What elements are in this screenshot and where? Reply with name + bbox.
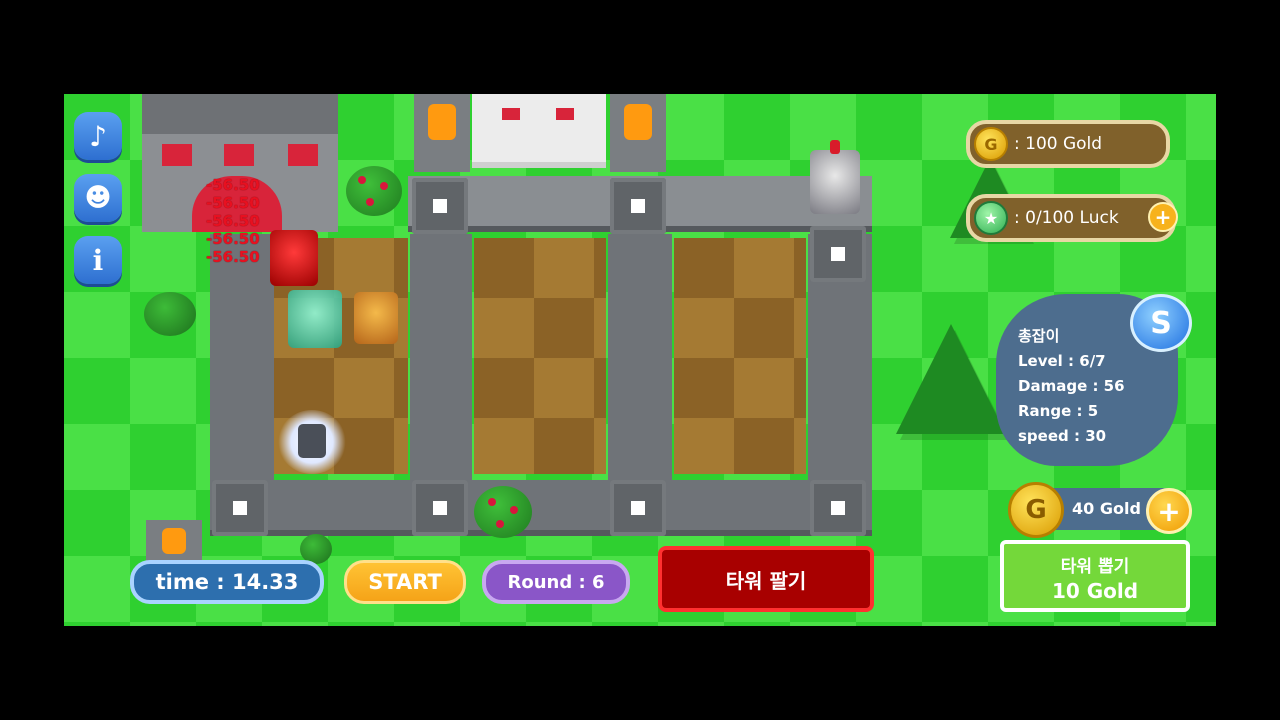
tower-level: Level : 6/7 (1018, 352, 1106, 370)
berry-bush (346, 166, 402, 216)
luck-amount: : 0/100 Luck (1014, 208, 1119, 228)
tower-plot[interactable] (474, 238, 606, 474)
wall-post (412, 480, 468, 536)
path-wall (210, 480, 872, 536)
upgrade-cost: 40 Gold (1072, 499, 1141, 518)
ghost-icon[interactable]: ☻ (74, 174, 122, 222)
draw-tower-cost: 10 Gold (1051, 579, 1139, 603)
wall-post (412, 178, 468, 234)
damage-number: -56.50 (206, 248, 260, 266)
start-button[interactable]: START (344, 560, 466, 604)
wall-post (610, 480, 666, 536)
tower-range: Range : 5 (1018, 402, 1099, 420)
ice-tower-unit[interactable] (288, 290, 342, 348)
music-note-icon[interactable]: ♪ (74, 112, 122, 160)
coin-icon: G (974, 127, 1008, 161)
round-display: Round : 6 (482, 560, 630, 604)
draw-tower-label: 타워 뽑기 (1060, 557, 1130, 577)
tower-damage: Damage : 56 (1018, 377, 1125, 395)
berry-bush (474, 486, 532, 538)
tower-speed: speed : 30 (1018, 427, 1107, 445)
upgrade-plus-button[interactable]: + (1146, 488, 1192, 534)
fire-brazier (610, 94, 666, 172)
skill-badge: S (1130, 294, 1192, 352)
bush (144, 292, 196, 336)
damage-number: -56.50 (206, 194, 260, 212)
wall-post (810, 480, 866, 536)
time-display: time : 14.33 (130, 560, 324, 604)
fire-brazier (146, 520, 202, 562)
gunner-tower-unit[interactable] (278, 410, 346, 474)
upgrade-coin-icon: G (1008, 482, 1064, 538)
lion-tower-unit[interactable] (354, 292, 398, 344)
game-board: -56.50 -56.50 -56.50 -56.50 -56.50 ♪ ☻ i… (64, 94, 1216, 626)
knight-enemy-unit (810, 140, 860, 214)
luck-plus-button[interactable]: + (1148, 202, 1178, 232)
tree (896, 324, 1006, 434)
wall-post (810, 226, 866, 282)
sell-tower-button[interactable]: 타워 팔기 (658, 546, 874, 612)
luck-display: ★ : 0/100 Luck + (966, 194, 1178, 242)
damage-number: -56.50 (206, 176, 260, 194)
tower-plot[interactable] (674, 238, 806, 474)
damage-number: -56.50 (206, 230, 260, 248)
gold-display: G : 100 Gold (966, 120, 1170, 168)
red-enemy-unit (270, 230, 318, 286)
white-gate (472, 94, 606, 168)
fire-brazier (414, 94, 470, 172)
star-icon: ★ (974, 201, 1008, 235)
gold-amount: : 100 Gold (1014, 134, 1103, 154)
wall-post (610, 178, 666, 234)
info-icon[interactable]: i (74, 236, 122, 284)
tower-name: 총잡이 (1018, 327, 1060, 345)
damage-number: -56.50 (206, 212, 260, 230)
draw-tower-button[interactable]: 타워 뽑기 10 Gold (1000, 540, 1190, 612)
wall-post (212, 480, 268, 536)
